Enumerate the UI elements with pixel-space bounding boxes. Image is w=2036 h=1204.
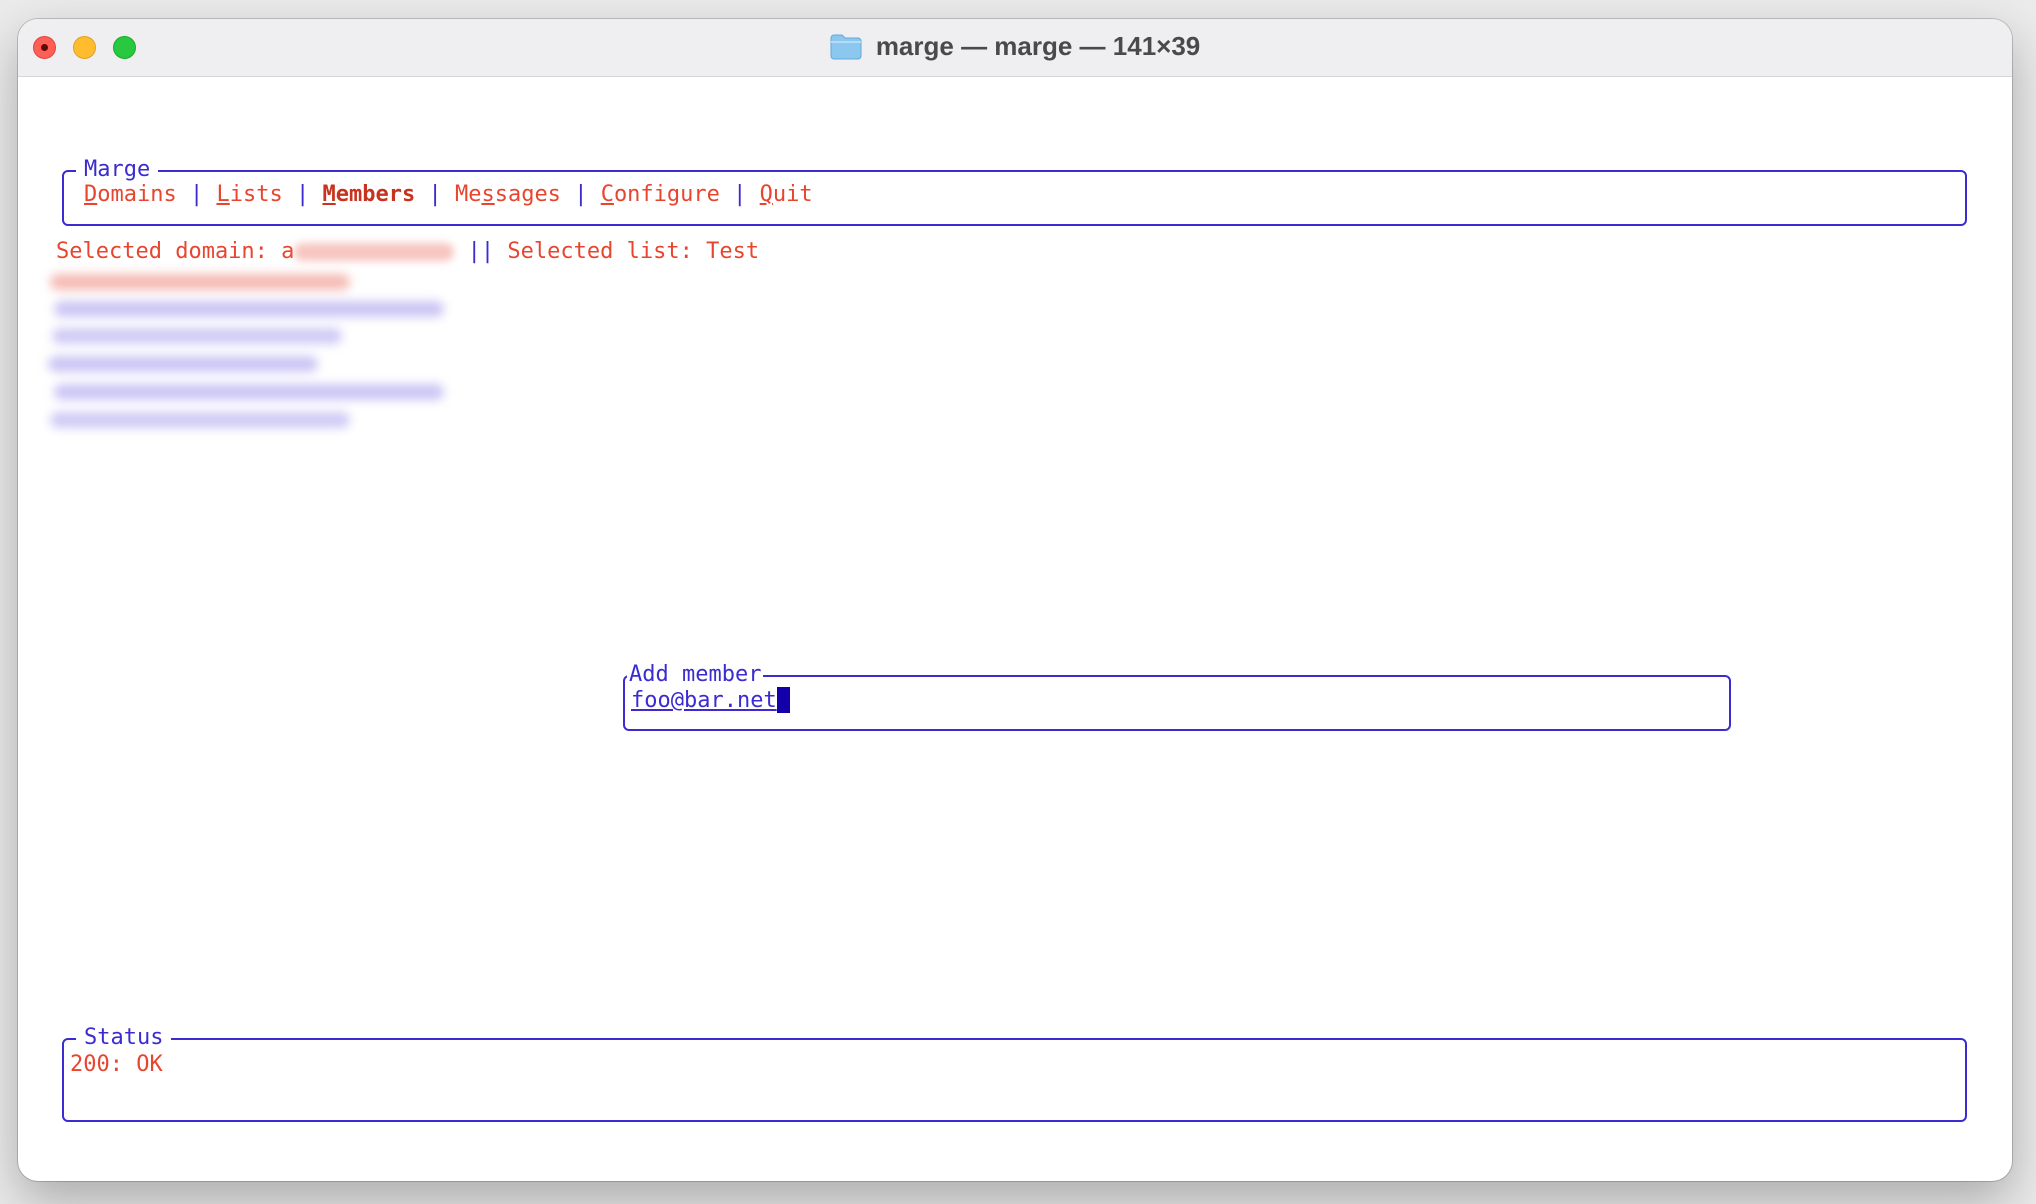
menu-box: Marge Domains | Lists | Members | Messag…: [62, 156, 1967, 226]
title-bar: marge — marge — 141×39: [18, 19, 2012, 77]
menu-item-members[interactable]: Members: [322, 182, 415, 207]
selection-divider: ||: [467, 239, 495, 264]
add-member-title: Add member: [627, 661, 764, 689]
terminal-content: Marge Domains | Lists | Members | Messag…: [18, 77, 2012, 1181]
status-box-title: Status: [76, 1024, 172, 1052]
menu-item-messages[interactable]: Messages: [455, 182, 561, 207]
menu-item-configure[interactable]: Configure: [601, 182, 720, 207]
menu-item-domains[interactable]: Domains: [84, 182, 177, 207]
menu-row: Domains | Lists | Members | Messages | C…: [84, 181, 813, 209]
add-member-dialog: Add member foo@bar.net: [623, 661, 1731, 731]
redacted-member-row[interactable]: [50, 274, 350, 290]
status-box: Status 200: OK: [62, 1024, 1967, 1122]
menu-separator: |: [733, 182, 747, 207]
folder-icon: [830, 34, 862, 59]
add-member-input[interactable]: foo@bar.net: [631, 687, 790, 715]
menu-separator: |: [295, 182, 310, 207]
redacted-member-row[interactable]: [54, 384, 444, 400]
redacted-member-row[interactable]: [50, 412, 350, 428]
redacted-member-row[interactable]: [52, 328, 342, 344]
menu-item-quit[interactable]: Quit: [760, 182, 813, 207]
window-title-group: marge — marge — 141×39: [18, 31, 2012, 65]
menu-item-lists[interactable]: Lists: [216, 182, 282, 207]
selected-list-label: Selected list:: [507, 239, 707, 264]
selected-domain-label: Selected domain:: [56, 239, 282, 264]
redacted-domain: [294, 243, 455, 261]
redacted-member-row[interactable]: [48, 356, 318, 372]
text-cursor: [776, 687, 790, 713]
terminal-window: marge — marge — 141×39 Marge Domains | L…: [18, 19, 2012, 1181]
menu-separator: |: [189, 182, 204, 207]
menu-separator: |: [574, 182, 588, 207]
menu-box-title: Marge: [76, 156, 159, 184]
selected-domain-value: a: [281, 239, 295, 264]
menu-separator: |: [428, 182, 442, 207]
window-title: marge — marge — 141×39: [875, 31, 1201, 61]
redacted-member-row[interactable]: [54, 301, 444, 317]
selected-list-value: Test: [706, 239, 760, 264]
selection-line: Selected domain: a || Selected list: Tes…: [56, 238, 759, 266]
status-message: 200: OK: [70, 1052, 163, 1077]
add-member-input-value: foo@bar.net: [631, 688, 777, 713]
